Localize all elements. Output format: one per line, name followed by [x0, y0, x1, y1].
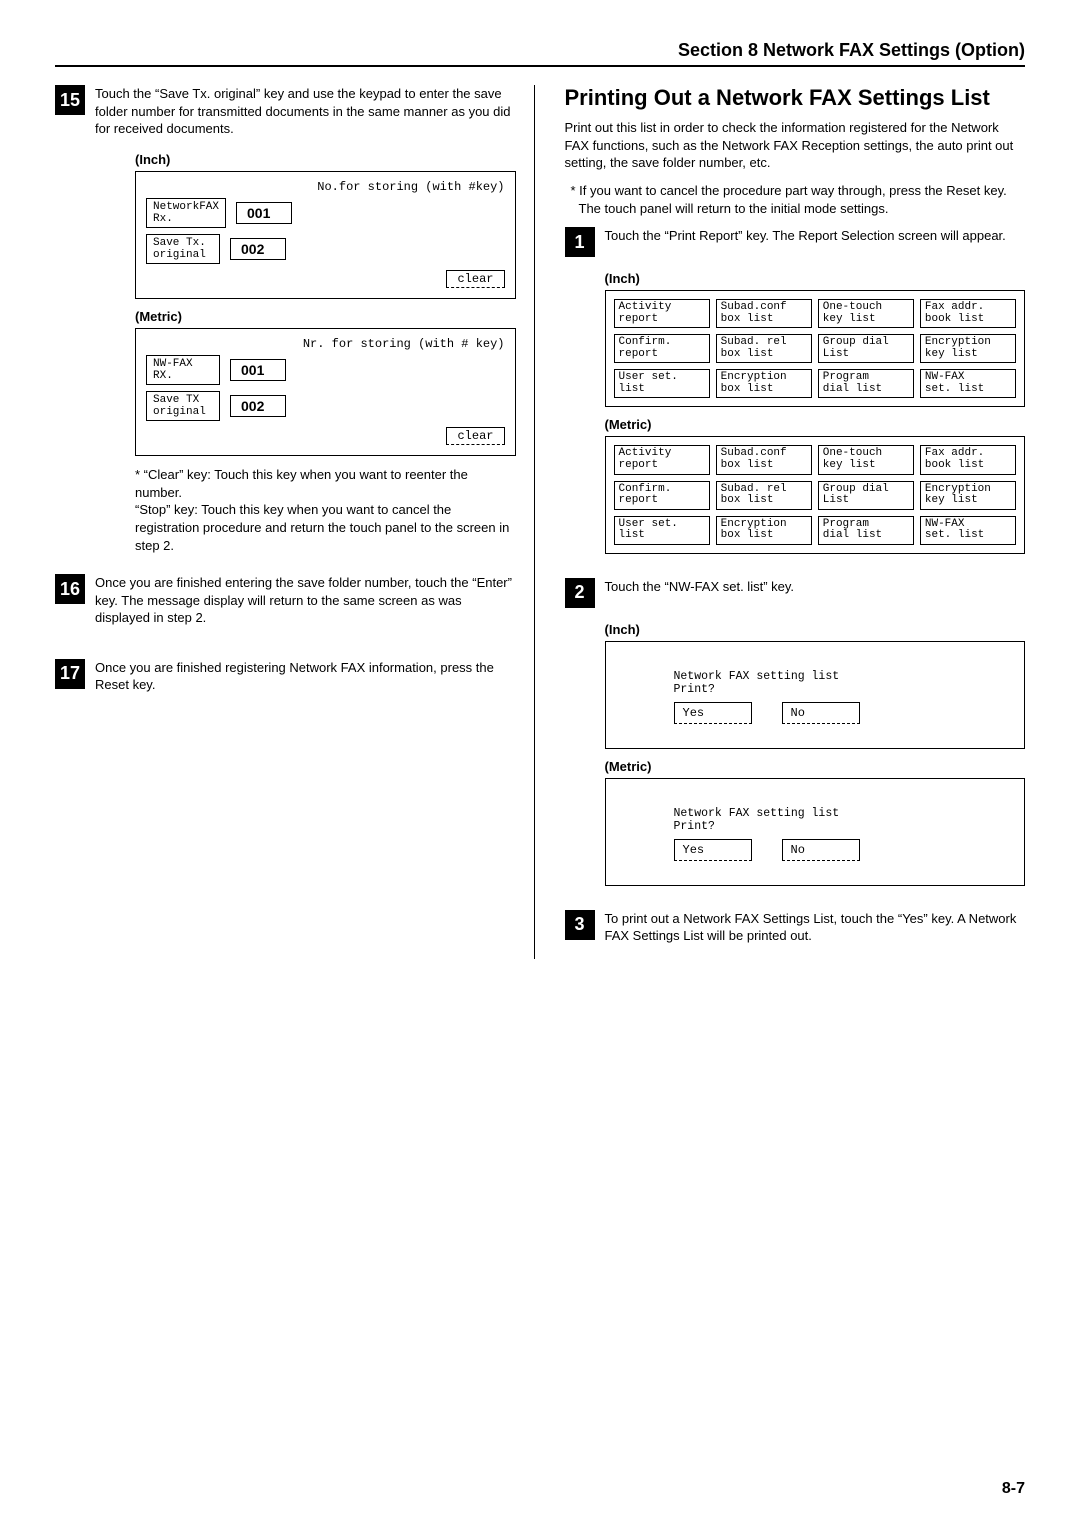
fax-addr-book-list-button[interactable]: Fax addr. book list: [920, 299, 1016, 328]
step-number: 3: [565, 910, 595, 940]
step-text: Once you are finished registering Networ…: [95, 659, 516, 694]
yes-button[interactable]: Yes: [674, 702, 752, 724]
section-title: Printing Out a Network FAX Settings List: [565, 85, 1026, 111]
inch-label: (Inch): [605, 271, 1026, 286]
confirm-report-button[interactable]: Confirm. report: [614, 481, 710, 510]
one-touch-key-list-button[interactable]: One-touch key list: [818, 445, 914, 474]
confirm-metric-panel: Network FAX setting list Print? Yes No: [605, 778, 1026, 886]
encryption-key-list-button[interactable]: Encryption key list: [920, 481, 1016, 510]
value-002: 002: [230, 395, 286, 417]
intro-paragraph: Print out this list in order to check th…: [565, 119, 1026, 172]
report-inch-panel: Activity report Subad.conf box list One-…: [605, 290, 1026, 407]
step-text: Touch the “Save Tx. original” key and us…: [95, 85, 516, 138]
panel-hint: No.for storing (with #key): [146, 180, 505, 194]
metric-label: (Metric): [135, 309, 516, 324]
value-001: 001: [230, 359, 286, 381]
subad-rel-box-list-button[interactable]: Subad. rel box list: [716, 334, 812, 363]
confirm-prompt: Network FAX setting list Print?: [674, 807, 1007, 833]
step-16: 16 Once you are finished entering the sa…: [55, 574, 516, 627]
step-15: 15 Touch the “Save Tx. original” key and…: [55, 85, 516, 138]
metric-label: (Metric): [605, 759, 1026, 774]
step-17: 17 Once you are finished registering Net…: [55, 659, 516, 694]
report-metric-panel: Activity report Subad.conf box list One-…: [605, 436, 1026, 553]
step-number: 17: [55, 659, 85, 689]
step-number: 1: [565, 227, 595, 257]
confirm-inch-panel: Network FAX setting list Print? Yes No: [605, 641, 1026, 749]
left-column: 15 Touch the “Save Tx. original” key and…: [55, 85, 535, 959]
page-header: Section 8 Network FAX Settings (Option): [55, 40, 1025, 67]
user-set-list-button[interactable]: User set. list: [614, 369, 710, 398]
subad-conf-box-list-button[interactable]: Subad.conf box list: [716, 445, 812, 474]
clear-button[interactable]: clear: [446, 427, 504, 445]
page-number: 8-7: [1002, 1480, 1025, 1498]
nwfax-set-list-button[interactable]: NW-FAX set. list: [920, 369, 1016, 398]
activity-report-button[interactable]: Activity report: [614, 299, 710, 328]
confirm-prompt: Network FAX setting list Print?: [674, 670, 1007, 696]
subad-rel-box-list-button[interactable]: Subad. rel box list: [716, 481, 812, 510]
program-dial-list-button[interactable]: Program dial list: [818, 516, 914, 545]
yes-button[interactable]: Yes: [674, 839, 752, 861]
encryption-key-list-button[interactable]: Encryption key list: [920, 334, 1016, 363]
save-tx-original-button[interactable]: Save Tx. original: [146, 234, 220, 264]
right-column: Printing Out a Network FAX Settings List…: [565, 85, 1026, 959]
nwfax-rx-button[interactable]: NW-FAX RX.: [146, 355, 220, 385]
group-dial-list-button[interactable]: Group dial List: [818, 334, 914, 363]
step-1: 1 Touch the “Print Report” key. The Repo…: [565, 227, 1026, 257]
encryption-box-list-button[interactable]: Encryption box list: [716, 369, 812, 398]
inch-panel: No.for storing (with #key) NetworkFAX Rx…: [135, 171, 516, 299]
content-columns: 15 Touch the “Save Tx. original” key and…: [55, 85, 1025, 959]
group-dial-list-button[interactable]: Group dial List: [818, 481, 914, 510]
inch-label: (Inch): [605, 622, 1026, 637]
encryption-box-list-button[interactable]: Encryption box list: [716, 516, 812, 545]
program-dial-list-button[interactable]: Program dial list: [818, 369, 914, 398]
step-text: To print out a Network FAX Settings List…: [605, 910, 1026, 945]
save-tx-original-button[interactable]: Save TX original: [146, 391, 220, 421]
subad-conf-box-list-button[interactable]: Subad.conf box list: [716, 299, 812, 328]
no-button[interactable]: No: [782, 702, 860, 724]
step-text: Touch the “NW-FAX set. list” key.: [605, 578, 1026, 608]
networkfax-rx-button[interactable]: NetworkFAX Rx.: [146, 198, 226, 228]
cancel-note: * If you want to cancel the procedure pa…: [579, 182, 1026, 217]
step-number: 16: [55, 574, 85, 604]
panel-hint: Nr. for storing (with # key): [146, 337, 505, 351]
metric-panel: Nr. for storing (with # key) NW-FAX RX. …: [135, 328, 516, 456]
value-002: 002: [230, 238, 286, 260]
activity-report-button[interactable]: Activity report: [614, 445, 710, 474]
metric-label: (Metric): [605, 417, 1026, 432]
fax-addr-book-list-button[interactable]: Fax addr. book list: [920, 445, 1016, 474]
step-number: 15: [55, 85, 85, 115]
step-text: Touch the “Print Report” key. The Report…: [605, 227, 1026, 257]
step-number: 2: [565, 578, 595, 608]
value-001: 001: [236, 202, 292, 224]
step-2: 2 Touch the “NW-FAX set. list” key.: [565, 578, 1026, 608]
step-text: Once you are finished entering the save …: [95, 574, 516, 627]
user-set-list-button[interactable]: User set. list: [614, 516, 710, 545]
inch-label: (Inch): [135, 152, 516, 167]
page: Section 8 Network FAX Settings (Option) …: [0, 0, 1080, 1528]
no-button[interactable]: No: [782, 839, 860, 861]
confirm-report-button[interactable]: Confirm. report: [614, 334, 710, 363]
clear-button[interactable]: clear: [446, 270, 504, 288]
step-3: 3 To print out a Network FAX Settings Li…: [565, 910, 1026, 945]
one-touch-key-list-button[interactable]: One-touch key list: [818, 299, 914, 328]
nwfax-set-list-button[interactable]: NW-FAX set. list: [920, 516, 1016, 545]
clear-stop-note: * “Clear” key: Touch this key when you w…: [135, 466, 516, 554]
